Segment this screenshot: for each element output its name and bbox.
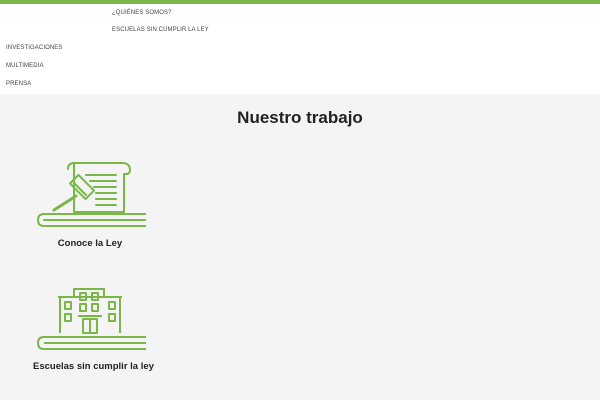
menu-item-prensa[interactable]: PRENSA — [6, 81, 31, 87]
card-label: Conoce la Ley — [57, 238, 123, 249]
section-title: Nuestro trabajo — [237, 108, 363, 127]
menu-item-quienes-somos[interactable]: ¿QUIÉNES SOMOS? — [112, 10, 172, 16]
menu-item-investigaciones[interactable]: INVESTIGACIONES — [6, 45, 63, 51]
menu-item-escuelas[interactable]: ESCUELAS SIN CUMPLIR LA LEY — [112, 27, 209, 33]
gavel-scroll-icon — [37, 162, 146, 227]
dropdown-menu: ¿QUIÉNES SOMOS? ESCUELAS SIN CUMPLIR LA … — [0, 4, 600, 94]
card-escuelas-sin-cumplir[interactable]: Escuelas sin cumplir la ley — [33, 283, 154, 372]
menu-item-multimedia[interactable]: MULTIMEDIA — [6, 63, 44, 69]
card-conoce-la-ley[interactable]: Conoce la Ley — [33, 160, 147, 249]
school-building-icon — [37, 288, 146, 350]
card-label: Escuelas sin cumplir la ley — [33, 361, 154, 372]
